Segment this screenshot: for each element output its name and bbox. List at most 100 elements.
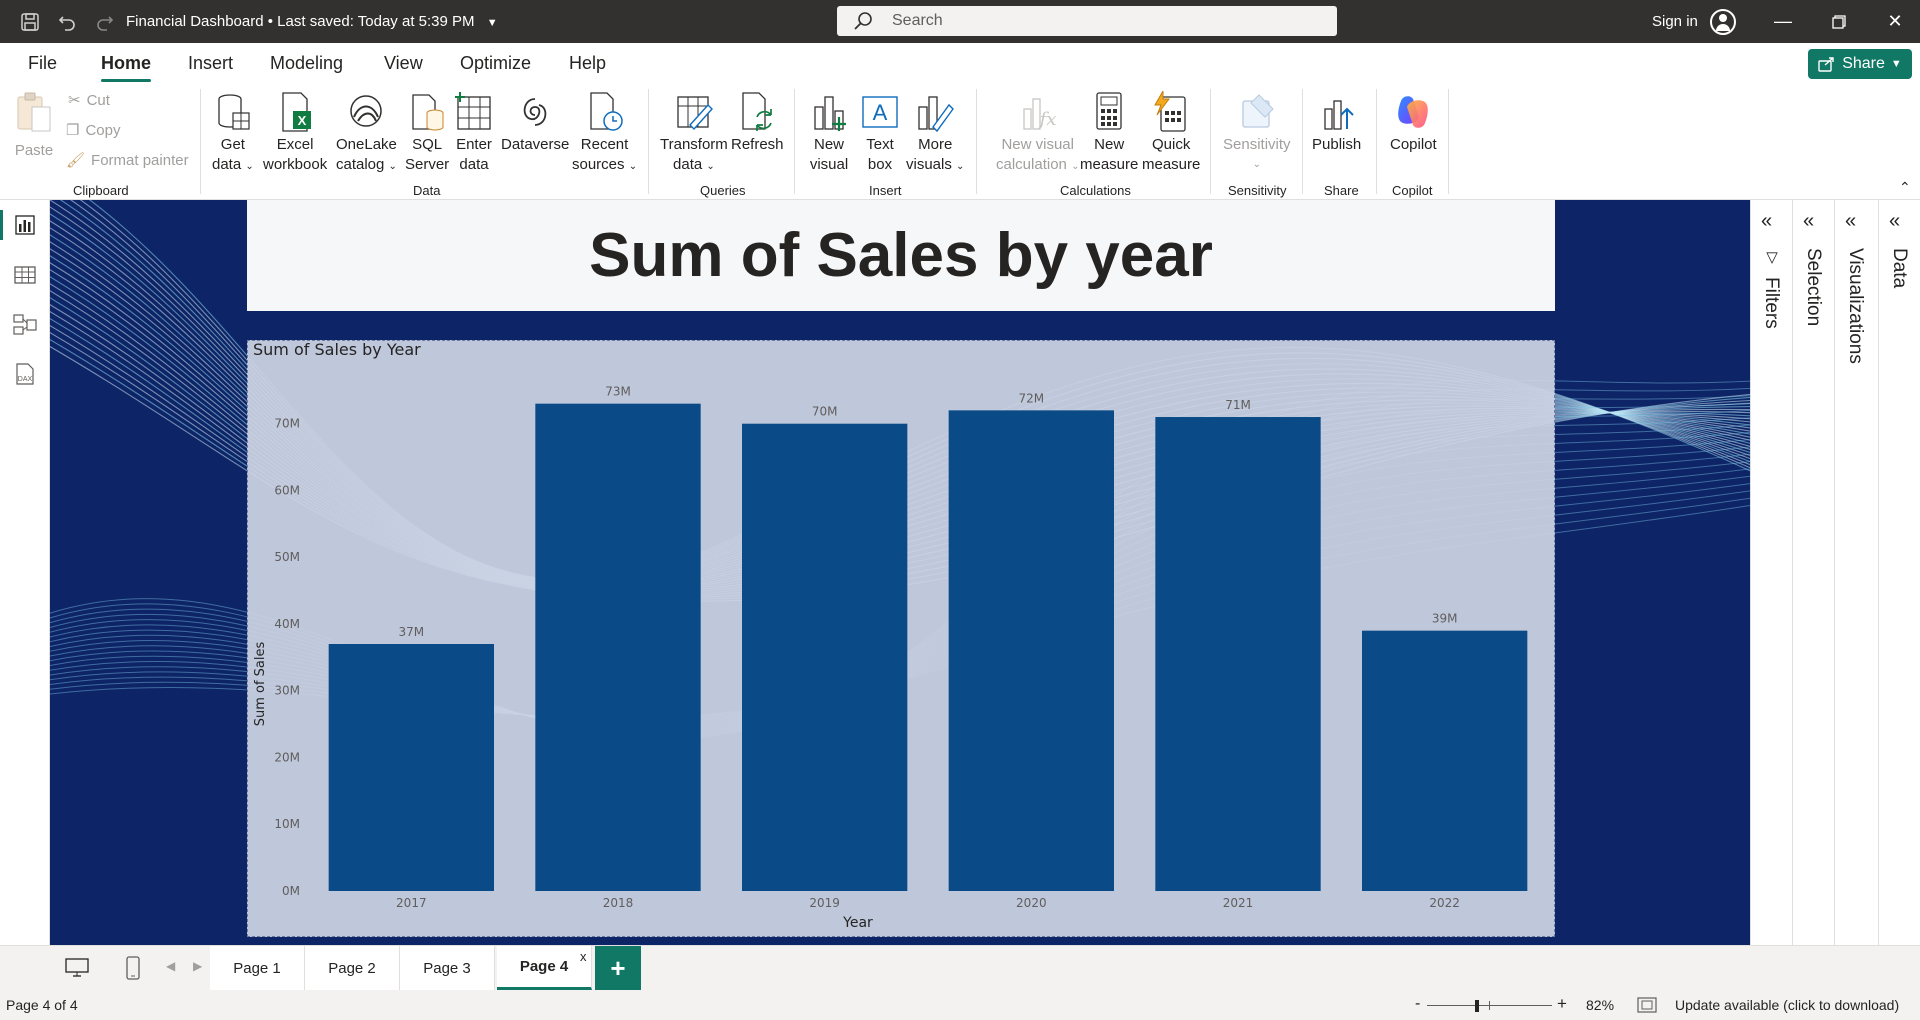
data-label: 72M <box>1019 391 1045 405</box>
status-bar: Page 4 of 4 - + 82% Update available (cl… <box>0 991 1920 1020</box>
fit-to-page-icon[interactable] <box>1637 997 1657 1013</box>
transform-data-button[interactable]: Transform data ⌄ <box>660 91 728 177</box>
table-view-icon[interactable] <box>12 262 38 288</box>
selection-label[interactable]: Selection <box>1802 248 1824 326</box>
tab-optimize[interactable]: Optimize <box>460 53 531 74</box>
cut-label: Cut <box>86 91 110 109</box>
menu-bar: File Home Insert Modeling View Optimize … <box>0 43 1920 83</box>
selection-pane[interactable]: « Selection <box>1792 200 1834 945</box>
table-icon <box>455 92 491 130</box>
tab-home[interactable]: Home <box>101 53 152 82</box>
visualizations-label[interactable]: Visualizations <box>1844 248 1866 364</box>
share-button[interactable]: Share ▼ <box>1808 49 1912 79</box>
refresh-button[interactable]: Refresh <box>731 91 784 155</box>
expand-data-chevron-icon[interactable]: « <box>1889 210 1900 233</box>
visualizations-pane[interactable]: « Visualizations <box>1834 200 1878 945</box>
tab-view[interactable]: View <box>384 53 423 74</box>
chevron-down-icon[interactable]: ▼ <box>487 17 498 29</box>
tab-file[interactable]: File <box>28 53 57 74</box>
sensitivity-button[interactable]: Sensitivity ⌄ <box>1223 91 1291 175</box>
model-view-icon[interactable] <box>12 312 38 338</box>
bar-chart-visual[interactable]: Sum of Sales by Year 0M 10M 20M 30M 40M 50M 60M… <box>247 340 1555 937</box>
get-data-button[interactable]: Get data ⌄ <box>212 91 254 177</box>
previous-page-arrow-icon[interactable]: ◀ <box>166 959 175 973</box>
account-avatar-icon[interactable] <box>1710 9 1736 35</box>
collapse-ribbon-icon[interactable]: ⌃ <box>1899 179 1911 196</box>
cut-button[interactable]: ✂ Cut <box>68 91 110 110</box>
undo-icon[interactable] <box>54 9 80 35</box>
zoom-out-button[interactable]: - <box>1415 995 1420 1013</box>
restore-button[interactable] <box>1816 0 1862 43</box>
document-title[interactable]: Financial Dashboard • Last saved: Today … <box>126 13 498 30</box>
desktop-layout-icon[interactable] <box>64 957 90 979</box>
title-text-box[interactable]: Sum of Sales by year <box>247 200 1555 311</box>
svg-text:A: A <box>873 100 888 125</box>
page-tab-3[interactable]: Page 3 <box>400 946 495 990</box>
redo-icon[interactable] <box>92 9 118 35</box>
tab-help[interactable]: Help <box>569 53 606 74</box>
tab-insert[interactable]: Insert <box>188 53 233 74</box>
quick-measure-button[interactable]: Quick measure <box>1142 91 1200 175</box>
publish-button[interactable]: Publish <box>1312 91 1361 155</box>
bar-2021 <box>1155 417 1321 891</box>
bar-2019 <box>742 423 908 891</box>
filters-pane-label[interactable]: ▽ Filters <box>1760 248 1782 329</box>
share-icon <box>1818 57 1834 72</box>
dax-query-view-icon[interactable]: DAX <box>12 362 38 388</box>
zoom-slider-thumb[interactable] <box>1475 1000 1479 1012</box>
excel-workbook-button[interactable]: X Excel workbook <box>263 91 327 175</box>
paste-button[interactable]: Paste <box>14 91 54 161</box>
update-available-link[interactable]: Update available (click to download) <box>1675 997 1899 1013</box>
copy-button[interactable]: ❐ Copy <box>66 121 120 140</box>
text-box-button[interactable]: A Text box <box>860 91 900 175</box>
sign-in-link[interactable]: Sign in <box>1652 13 1698 30</box>
page-tab-4[interactable]: Page 4 <box>497 946 592 990</box>
next-page-arrow-icon[interactable]: ▶ <box>193 959 202 973</box>
page-tab-1[interactable]: Page 1 <box>210 946 305 990</box>
sql-label-2: Server <box>405 156 450 173</box>
page-tab-2[interactable]: Page 2 <box>305 946 400 990</box>
close-button[interactable]: ✕ <box>1872 0 1918 43</box>
zoom-slider-center-tick <box>1489 1001 1490 1010</box>
copilot-button[interactable]: Copilot <box>1390 91 1437 155</box>
expand-visualizations-chevron-icon[interactable]: « <box>1845 210 1856 233</box>
minimize-button[interactable]: — <box>1760 0 1806 43</box>
filters-pane[interactable]: « ▽ Filters <box>1750 200 1792 945</box>
zoom-percentage[interactable]: 82% <box>1586 997 1614 1013</box>
expand-selection-chevron-icon[interactable]: « <box>1803 210 1814 233</box>
format-painter-label: Format painter <box>91 151 189 169</box>
zoom-in-button[interactable]: + <box>1557 994 1567 1014</box>
sql-server-button[interactable]: SQL Server <box>405 91 449 175</box>
new-measure-label-2: measure <box>1080 156 1139 173</box>
onelake-catalog-button[interactable]: OneLake catalog ⌄ <box>336 91 397 177</box>
copilot-icon <box>1398 96 1429 128</box>
report-view-icon[interactable] <box>12 212 38 238</box>
paintbrush-icon: 🖌 <box>66 152 86 169</box>
tab-modeling[interactable]: Modeling <box>270 53 343 74</box>
mobile-layout-icon[interactable] <box>124 955 142 981</box>
expand-filters-chevron-icon[interactable]: « <box>1761 210 1772 233</box>
close-page-icon[interactable]: x <box>580 949 587 964</box>
group-label-calculations: Calculations <box>1060 183 1131 198</box>
ribbon-divider <box>1210 89 1211 194</box>
search-input[interactable]: Search <box>837 6 1337 36</box>
data-label: 73M <box>605 385 631 399</box>
copilot-label: Copilot <box>1390 136 1437 153</box>
enter-data-button[interactable]: Enter data <box>454 91 494 175</box>
new-visual-calculation-button[interactable]: fx New visual calculation ⌄ <box>996 91 1079 177</box>
quick-measure-icon <box>1154 91 1186 132</box>
data-pane[interactable]: « Data <box>1878 200 1920 945</box>
y-tick-label: 70M <box>274 417 300 431</box>
data-label[interactable]: Data <box>1888 248 1910 288</box>
format-painter-button[interactable]: 🖌 Format painter <box>66 151 189 170</box>
more-visuals-button[interactable]: More visuals ⌄ <box>906 91 964 177</box>
new-visual-button[interactable]: New visual <box>809 91 849 175</box>
ribbon-divider <box>1448 89 1449 194</box>
new-measure-button[interactable]: New measure <box>1080 91 1138 175</box>
dataverse-button[interactable]: Dataverse <box>501 91 569 155</box>
recent-sources-button[interactable]: Recent sources ⌄ <box>572 91 637 177</box>
y-tick-label: 30M <box>274 684 300 698</box>
x-tick-label: 2018 <box>603 896 634 910</box>
add-page-button[interactable]: + <box>595 946 641 990</box>
save-icon[interactable] <box>17 9 43 35</box>
